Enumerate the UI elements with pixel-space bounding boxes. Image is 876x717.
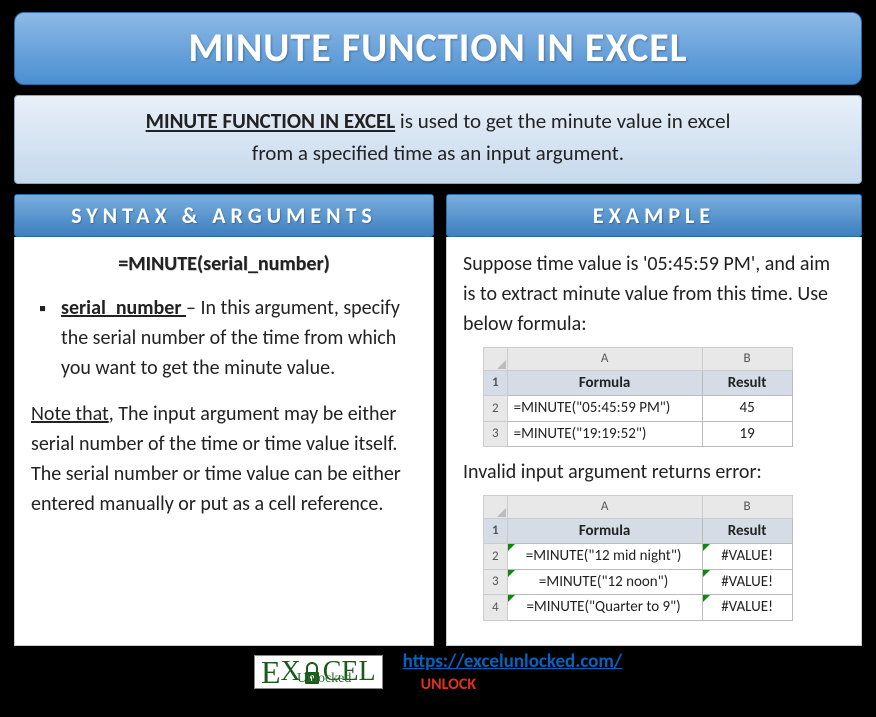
- header-result: Result: [702, 518, 792, 544]
- table-row: 2 =MINUTE("05:45:59 PM") 45: [484, 396, 793, 422]
- table-row: 1 Formula Result: [484, 370, 793, 396]
- formula-cell: =MINUTE("12 noon"): [507, 569, 702, 595]
- row-number: 4: [484, 595, 508, 621]
- note-paragraph: Note that, The input argument may be eit…: [31, 399, 417, 519]
- table-row: 2 =MINUTE("12 mid night") #VALUE!: [484, 544, 793, 570]
- result-cell: 45: [702, 396, 792, 422]
- formula-cell: =MINUTE("Quarter to 9"): [507, 595, 702, 621]
- row-number: 1: [484, 370, 508, 396]
- syntax-formula: =MINUTE(serial_number): [31, 249, 417, 279]
- select-all-corner: [484, 348, 508, 371]
- syntax-header: SYNTAX & ARGUMENTS: [14, 194, 434, 237]
- formula-cell: =MINUTE("19:19:52"): [507, 421, 702, 447]
- footer-tag: UNLOCK: [421, 675, 622, 694]
- argument-list: serial_number – In this argument, specif…: [31, 293, 417, 383]
- footer: EXCEL Unlocked https://excelunlocked.com…: [14, 650, 862, 694]
- example-header: EXAMPLE: [446, 194, 862, 237]
- formula-cell: =MINUTE("12 mid night"): [507, 544, 702, 570]
- row-number: 1: [484, 518, 508, 544]
- table-row: A B: [484, 496, 793, 519]
- description-line2: from a specified time as an input argume…: [252, 140, 624, 166]
- example-table-invalid: A B 1 Formula Result 2 =MINUTE("12 mid n…: [483, 495, 793, 621]
- argument-item: serial_number – In this argument, specif…: [39, 293, 417, 383]
- header-formula: Formula: [507, 518, 702, 544]
- result-cell: 19: [702, 421, 792, 447]
- page-title: MINUTE FUNCTION IN EXCEL: [188, 23, 687, 72]
- result-cell: #VALUE!: [702, 544, 792, 570]
- column-header-b: B: [702, 348, 792, 371]
- result-cell: #VALUE!: [702, 569, 792, 595]
- row-number: 3: [484, 421, 508, 447]
- table-row: 1 Formula Result: [484, 518, 793, 544]
- table-row: 4 =MINUTE("Quarter to 9") #VALUE!: [484, 595, 793, 621]
- example-table-valid: A B 1 Formula Result 2 =MINUTE("05:45:59…: [483, 347, 793, 447]
- column-header-a: A: [507, 348, 702, 371]
- document-card: MINUTE FUNCTION IN EXCEL MINUTE FUNCTION…: [0, 0, 876, 717]
- table-row: 3 =MINUTE("19:19:52") 19: [484, 421, 793, 447]
- table-row: 3 =MINUTE("12 noon") #VALUE!: [484, 569, 793, 595]
- example-body: Suppose time value is '05:45:59 PM', and…: [446, 237, 862, 646]
- title-banner: MINUTE FUNCTION IN EXCEL: [14, 12, 862, 85]
- syntax-column: SYNTAX & ARGUMENTS =MINUTE(serial_number…: [14, 194, 434, 646]
- header-formula: Formula: [507, 370, 702, 396]
- argument-name: serial_number: [61, 296, 186, 320]
- invalid-intro: Invalid input argument returns error:: [463, 457, 845, 487]
- table-row: A B: [484, 348, 793, 371]
- header-result: Result: [702, 370, 792, 396]
- description-line1: is used to get the minute value in excel: [395, 108, 730, 134]
- example-intro: Suppose time value is '05:45:59 PM', and…: [463, 249, 845, 339]
- columns-wrapper: SYNTAX & ARGUMENTS =MINUTE(serial_number…: [14, 194, 862, 646]
- row-number: 2: [484, 544, 508, 570]
- description-strong: MINUTE FUNCTION IN EXCEL: [146, 108, 396, 134]
- result-cell: #VALUE!: [702, 595, 792, 621]
- row-number: 2: [484, 396, 508, 422]
- column-header-b: B: [702, 496, 792, 519]
- example-column: EXAMPLE Suppose time value is '05:45:59 …: [446, 194, 862, 646]
- syntax-body: =MINUTE(serial_number) serial_number – I…: [14, 237, 434, 646]
- description-banner: MINUTE FUNCTION IN EXCEL is used to get …: [14, 95, 862, 184]
- logo-letter-e: E: [261, 656, 281, 688]
- row-number: 3: [484, 569, 508, 595]
- column-header-a: A: [507, 496, 702, 519]
- formula-cell: =MINUTE("05:45:59 PM"): [507, 396, 702, 422]
- footer-url-link[interactable]: https://excelunlocked.com/: [403, 650, 622, 673]
- select-all-corner: [484, 496, 508, 519]
- note-label: Note that: [31, 402, 109, 426]
- footer-links: https://excelunlocked.com/ UNLOCK: [403, 650, 622, 694]
- logo-subtext: Unlocked: [297, 672, 351, 686]
- excelunlocked-logo: EXCEL Unlocked: [254, 655, 383, 689]
